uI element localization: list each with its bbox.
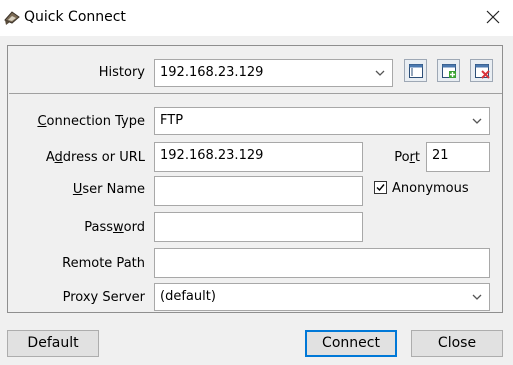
chevron-down-icon [471, 115, 483, 127]
user-name-input[interactable] [154, 176, 363, 206]
chevron-down-icon [471, 291, 483, 303]
add-session-button[interactable] [437, 59, 460, 82]
app-logo-icon [2, 8, 22, 28]
user-name-label: User Name [72, 182, 145, 197]
close-button[interactable]: Close [411, 330, 503, 357]
remote-path-label: Remote Path [62, 256, 145, 271]
title-bar: Quick Connect [0, 0, 513, 36]
connection-type-select[interactable]: FTP [154, 107, 490, 135]
proxy-server-label: Proxy Server [62, 290, 145, 305]
history-label: History [98, 65, 145, 80]
delete-session-button[interactable] [470, 59, 493, 82]
password-label: Password [84, 220, 145, 235]
port-input[interactable]: 21 [426, 142, 490, 172]
window-title: Quick Connect [24, 9, 126, 25]
connection-type-label: Connection Type [37, 114, 145, 129]
remote-path-input[interactable] [154, 248, 490, 278]
address-label: Address or URL [45, 150, 145, 165]
close-icon[interactable] [483, 7, 503, 27]
history-select[interactable]: 192.168.23.129 [154, 59, 393, 87]
port-value: 21 [432, 148, 449, 163]
proxy-server-select[interactable]: (default) [154, 283, 490, 311]
port-label: Port [394, 150, 420, 165]
password-input[interactable] [154, 212, 363, 242]
default-button[interactable]: Default [7, 330, 99, 357]
separator [9, 93, 502, 94]
proxy-server-value: (default) [160, 289, 216, 304]
connect-button[interactable]: Connect [305, 330, 397, 357]
address-value: 192.168.23.129 [160, 148, 264, 163]
anonymous-checkbox[interactable] [374, 181, 387, 194]
connection-type-value: FTP [160, 113, 184, 128]
chevron-down-icon [374, 67, 386, 79]
anonymous-label: Anonymous [392, 181, 469, 196]
new-session-button[interactable] [404, 59, 427, 82]
history-value: 192.168.23.129 [160, 65, 264, 80]
